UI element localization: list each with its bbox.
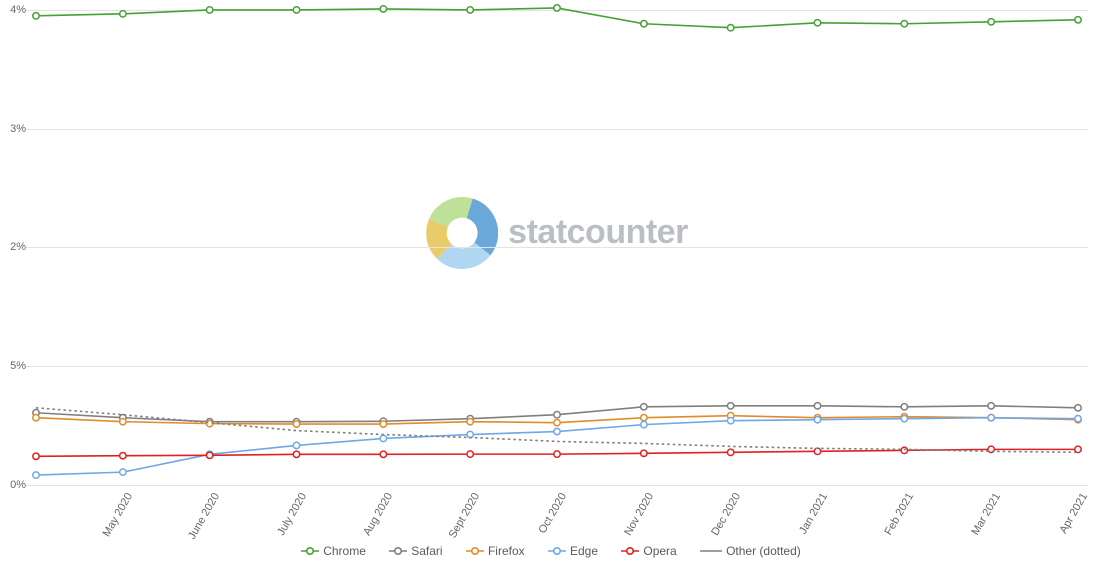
data-point <box>988 19 994 25</box>
legend-item-chrome: Chrome <box>301 544 366 558</box>
plot-area: statcounter <box>26 0 1088 486</box>
data-point <box>727 403 733 409</box>
y-tick-label: 2% <box>10 241 26 253</box>
y-tick-label: 4% <box>10 4 26 16</box>
data-point <box>727 449 733 455</box>
legend-item-edge: Edge <box>548 544 598 558</box>
x-tick-label: Oct 2020 <box>536 491 569 536</box>
legend-item-opera: Opera <box>621 544 676 558</box>
data-point <box>554 451 560 457</box>
x-tick-label: July 2020 <box>275 491 309 538</box>
data-point <box>641 421 647 427</box>
data-point <box>814 416 820 422</box>
chart-container: statcounter 0% 5% 2% 3% 4% May 2020 June 2020… <box>0 0 1102 563</box>
data-point <box>988 414 994 420</box>
legend-label: Firefox <box>488 544 525 558</box>
data-point <box>380 421 386 427</box>
data-point <box>814 20 820 26</box>
x-tick-label: May 2020 <box>100 491 135 539</box>
data-point <box>554 428 560 434</box>
data-point <box>120 469 126 475</box>
data-point <box>467 451 473 457</box>
data-point <box>1075 415 1081 421</box>
legend-item-safari: Safari <box>389 544 442 558</box>
legend-item-other: Other (dotted) <box>700 544 801 558</box>
data-point <box>293 442 299 448</box>
data-point <box>206 7 212 13</box>
data-point <box>33 13 39 19</box>
x-tick-label: Apr 2021 <box>1057 491 1090 536</box>
data-point <box>33 414 39 420</box>
data-point <box>293 451 299 457</box>
data-point <box>901 415 907 421</box>
data-point <box>33 453 39 459</box>
data-point <box>206 452 212 458</box>
legend-label: Other (dotted) <box>726 544 801 558</box>
data-point <box>901 447 907 453</box>
data-point <box>901 21 907 27</box>
x-tick-label: Nov 2020 <box>622 491 656 538</box>
x-tick-label: Aug 2020 <box>362 491 396 538</box>
data-point <box>814 403 820 409</box>
legend-label: Chrome <box>323 544 366 558</box>
legend-label: Safari <box>411 544 442 558</box>
x-tick-label: Mar 2021 <box>970 491 1004 537</box>
data-point <box>33 472 39 478</box>
data-point <box>554 419 560 425</box>
data-point <box>467 7 473 13</box>
legend-label: Edge <box>570 544 598 558</box>
data-point <box>380 451 386 457</box>
legend-item-firefox: Firefox <box>466 544 525 558</box>
data-point <box>120 418 126 424</box>
data-point <box>293 421 299 427</box>
x-tick-label: Dec 2020 <box>709 491 743 538</box>
data-point <box>1075 405 1081 411</box>
y-tick-label: 3% <box>10 123 26 135</box>
y-tick-label: 0% <box>10 479 26 491</box>
data-point <box>120 453 126 459</box>
data-point <box>554 412 560 418</box>
data-point <box>641 21 647 27</box>
data-point <box>293 7 299 13</box>
data-point <box>727 417 733 423</box>
x-tick-label: Jan 2021 <box>797 491 830 536</box>
x-tick-label: June 2020 <box>186 491 222 542</box>
chart-lines <box>26 0 1088 485</box>
data-point <box>467 418 473 424</box>
data-point <box>554 5 560 11</box>
data-point <box>1075 17 1081 23</box>
data-point <box>380 435 386 441</box>
gridline <box>26 485 1088 486</box>
data-point <box>727 25 733 31</box>
x-tick-label: Sept 2020 <box>447 491 482 540</box>
legend: Chrome Safari Firefox Edge Opera Other (… <box>0 544 1102 559</box>
legend-label: Opera <box>643 544 676 558</box>
data-point <box>988 403 994 409</box>
data-point <box>120 11 126 17</box>
data-point <box>641 404 647 410</box>
data-point <box>641 450 647 456</box>
data-point <box>641 414 647 420</box>
x-tick-label: Feb 2021 <box>883 491 917 537</box>
data-point <box>380 6 386 12</box>
y-tick-label: 5% <box>10 360 26 372</box>
data-point <box>901 404 907 410</box>
